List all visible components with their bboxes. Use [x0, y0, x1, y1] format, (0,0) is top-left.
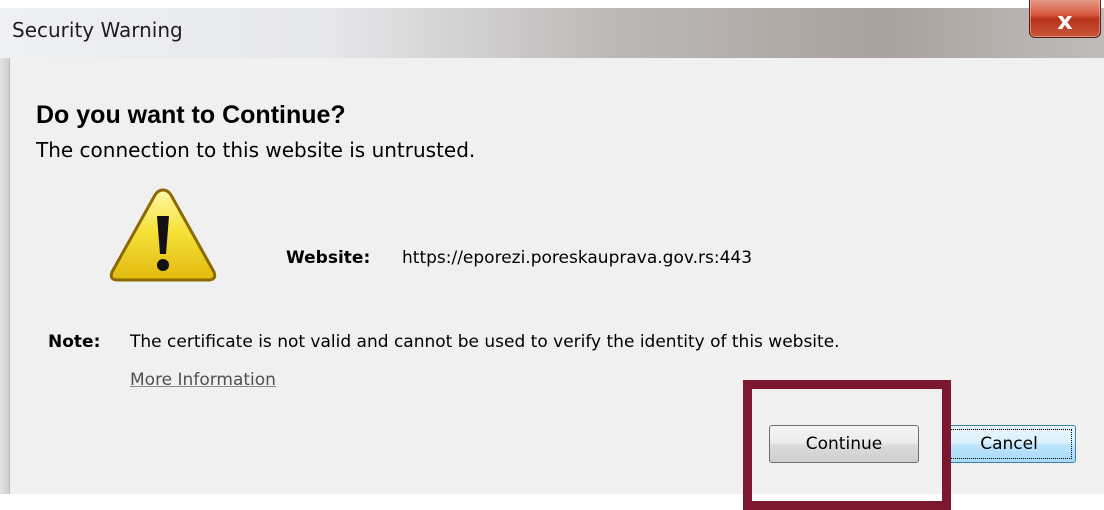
title-bar[interactable]: Security Warning	[0, 8, 1104, 58]
website-label: Website:	[286, 248, 371, 268]
note-label: Note:	[48, 332, 101, 352]
warning-triangle-icon	[109, 188, 217, 282]
cancel-button[interactable]: Cancel	[942, 425, 1076, 463]
note-text: The certificate is not valid and cannot …	[130, 332, 840, 352]
more-information-link[interactable]: More Information	[130, 370, 276, 390]
dialog-heading: Do you want to Continue?	[36, 101, 346, 129]
window-title: Security Warning	[12, 18, 183, 42]
security-warning-window: Security Warning x Do you want to Contin…	[0, 0, 1104, 510]
continue-button[interactable]: Continue	[769, 425, 919, 463]
close-icon: x	[1057, 7, 1073, 35]
close-button[interactable]: x	[1029, 0, 1101, 38]
focus-ring	[946, 429, 1072, 459]
window-frame-left-edge	[0, 58, 9, 494]
website-url: https://eporezi.poreskauprava.gov.rs:443	[402, 248, 753, 268]
dialog-content: Do you want to Continue? The connection …	[10, 58, 1104, 510]
dialog-subheading: The connection to this website is untrus…	[36, 138, 476, 162]
